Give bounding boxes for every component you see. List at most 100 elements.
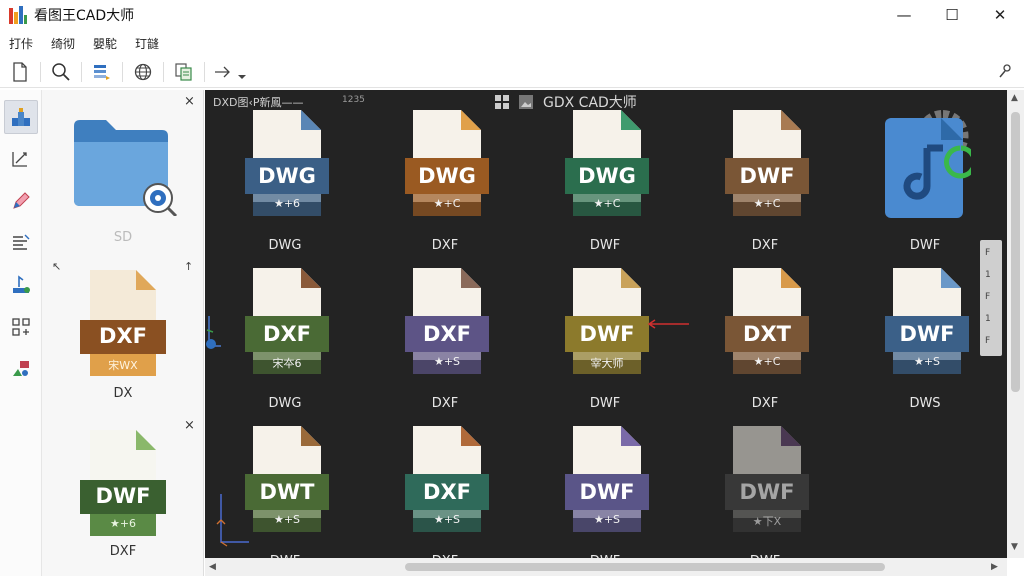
file-sub-label: ★+S	[433, 513, 461, 526]
file-item[interactable]: DXT ★+C DXF	[705, 262, 825, 414]
axis-gizmo-icon	[206, 316, 221, 349]
file-item[interactable]: DXF★+SDXF	[385, 420, 505, 558]
file-sub-label: ★+C	[753, 197, 781, 210]
menu-bar: 打佧 绮彻 嬰駝 玎韼	[0, 32, 177, 54]
file-label: DWG	[268, 238, 302, 253]
panel-close-button[interactable]: ×	[184, 94, 195, 109]
ruler-mark: 1	[985, 314, 991, 324]
shapes-icon[interactable]	[4, 352, 38, 386]
layers-blocks-icon[interactable]	[4, 100, 38, 134]
file-sub-label: ★+S	[433, 355, 461, 368]
ruler-mark: F	[985, 248, 991, 258]
file-sub-label: ★+C	[753, 355, 781, 368]
file-item[interactable]: DWF 宰大师 DWF	[545, 262, 665, 414]
file-item[interactable]: DWF ★+S DWS	[865, 262, 985, 414]
pencil-icon[interactable]	[4, 184, 38, 218]
ruler-mark: F	[985, 292, 991, 302]
arrow-up-left-icon[interactable]: ↖	[52, 260, 61, 273]
file-item[interactable]: DWF	[865, 104, 985, 256]
file-item[interactable]: DWG ★+6 DWG	[225, 104, 345, 256]
new-document-icon[interactable]	[6, 58, 34, 86]
file-type-badge: DWG	[258, 164, 316, 188]
file-thumbnail[interactable]: DXF 宋WX	[78, 268, 168, 380]
copy-icon[interactable]	[170, 58, 198, 86]
dropdown-caret-icon[interactable]	[237, 67, 247, 79]
file-type-badge: DXF	[423, 480, 471, 504]
file-type-badge: DWF	[739, 164, 795, 188]
file-type-badge: DXT	[743, 322, 791, 346]
minimize-button[interactable]: —	[880, 0, 928, 30]
thumbnail-panel: × SD ↖ ↑ DXF 宋WX DX × DWF ★+6 DXF	[42, 90, 204, 576]
search-icon[interactable]	[47, 58, 75, 86]
file-sub-label: 宋夲6	[272, 357, 302, 370]
drawing-canvas[interactable]: DXD图‹P新鳳—— 1235 GDX CAD大师 DWG ★+6 DWG DWG ★…	[205, 90, 1007, 558]
panel-close-button[interactable]: ×	[184, 418, 195, 433]
audio-file-icon	[885, 110, 971, 218]
app-title: 看图王CAD大师	[34, 8, 135, 24]
arrow-right-icon[interactable]	[211, 58, 235, 86]
pointer-arrow-icon	[647, 319, 689, 329]
left-tool-strip	[0, 90, 42, 576]
close-button[interactable]: ✕	[976, 0, 1024, 30]
user-pin-icon[interactable]	[996, 61, 1016, 81]
file-sub-label: ★下X	[752, 515, 782, 528]
file-item[interactable]: DWG ★+C DWF	[545, 104, 665, 256]
file-label: DWF	[909, 238, 941, 253]
menu-item-file[interactable]: 打佧	[9, 35, 33, 52]
menu-item-edit[interactable]: 绮彻	[51, 35, 75, 52]
file-sub-label: ★+C	[433, 197, 461, 210]
arrow-up-icon[interactable]: ↑	[184, 260, 193, 273]
file-item[interactable]: DWF★+SDWF	[545, 420, 665, 558]
file-thumbnail[interactable]: DWF ★+6	[78, 428, 168, 540]
file-item[interactable]: DWF★下XDWF	[705, 420, 825, 558]
horizontal-scrollbar[interactable]: ◀ ▶	[205, 558, 1007, 576]
scroll-down-icon[interactable]: ▼	[1011, 542, 1018, 552]
vertical-scroll-thumb[interactable]	[1011, 112, 1020, 392]
image-icon[interactable]	[519, 95, 533, 109]
layers-icon[interactable]	[88, 58, 116, 86]
scroll-up-icon[interactable]: ▲	[1011, 93, 1018, 103]
thumbnail-sub: ★+6	[109, 517, 137, 530]
file-label: DXF	[751, 238, 779, 253]
side-ruler[interactable]: F 1 F 1 F	[980, 240, 1002, 356]
file-label: DXF	[751, 396, 779, 411]
thumbnail-badge: DXF	[99, 324, 147, 348]
file-sub-label: 宰大师	[590, 357, 624, 370]
file-label: DWG	[268, 396, 302, 411]
folder-thumbnail[interactable]	[72, 116, 182, 218]
upload-icon[interactable]	[4, 268, 38, 302]
file-label: DWF	[589, 396, 621, 411]
measure-icon[interactable]	[4, 142, 38, 176]
file-type-badge: DWF	[739, 480, 795, 504]
ruler-mark: 1	[985, 270, 991, 280]
text-align-icon[interactable]	[4, 226, 38, 260]
file-type-badge: DXF	[263, 322, 311, 346]
menu-item-view[interactable]: 嬰駝	[93, 35, 117, 52]
file-type-badge: DWF	[579, 480, 635, 504]
file-label: DXF	[431, 238, 459, 253]
scroll-left-icon[interactable]: ◀	[209, 562, 216, 572]
app-logo-icon	[9, 6, 27, 24]
file-label: DWF	[589, 238, 621, 253]
maximize-button[interactable]: ☐	[928, 0, 976, 30]
file-sub-label: ★+S	[273, 513, 301, 526]
title-bar: 看图王CAD大师 — ☐ ✕	[0, 0, 1024, 30]
file-label: DWS	[909, 396, 941, 411]
file-item[interactable]: DXF 宋夲6 DWG	[225, 262, 345, 414]
file-sub-label: ★+6	[273, 197, 301, 210]
vertical-scrollbar[interactable]: ▲ ▼	[1007, 90, 1024, 558]
grid-icon[interactable]	[4, 310, 38, 344]
toolbar	[0, 56, 1024, 88]
file-type-badge: DXF	[423, 322, 471, 346]
file-type-badge: DWF	[579, 322, 635, 346]
thumbnail-label: DX	[113, 386, 133, 401]
menu-item-tools[interactable]: 玎韼	[135, 35, 159, 52]
file-item[interactable]: DWG ★+C DXF	[385, 104, 505, 256]
horizontal-scroll-thumb[interactable]	[405, 563, 885, 571]
ruler-mark: F	[985, 336, 991, 346]
file-item[interactable]: DXF★+SDXF	[385, 262, 505, 414]
scroll-right-icon[interactable]: ▶	[991, 562, 998, 572]
file-type-badge: DWF	[899, 322, 955, 346]
globe-icon[interactable]	[129, 58, 157, 86]
file-item[interactable]: DWF ★+C DXF	[705, 104, 825, 256]
